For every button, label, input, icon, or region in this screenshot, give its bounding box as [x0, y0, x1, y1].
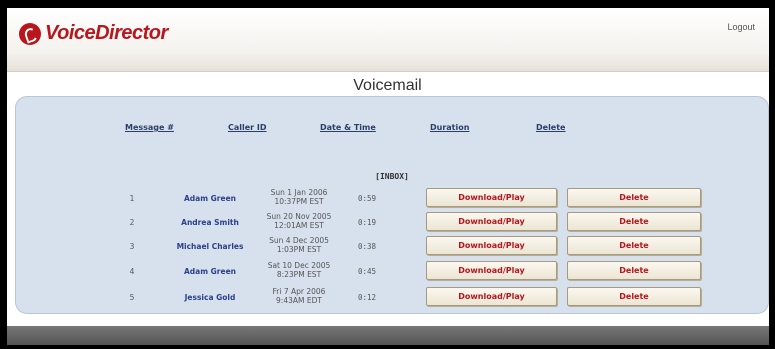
download-play-button[interactable]: Download/Play: [426, 188, 557, 207]
message-date: Sun 4 Dec 2005: [269, 236, 329, 245]
message-duration: 0:45: [358, 267, 377, 276]
message-number: 3: [129, 242, 135, 251]
message-datetime: Fri 7 Apr 2006 9:43AM EDT: [258, 287, 340, 305]
message-duration: 0:59: [358, 194, 377, 203]
message-duration: 0:38: [358, 242, 377, 251]
caller-id: Adam Green: [183, 267, 237, 276]
message-time: 9:43AM EDT: [276, 296, 322, 305]
message-time: 12:01AM EST: [274, 221, 324, 230]
message-datetime: Sat 10 Dec 2005 8:23PM EST: [258, 261, 340, 279]
caller-id: Andrea Smith: [181, 218, 239, 227]
delete-button[interactable]: Delete: [567, 236, 701, 255]
column-header-message-number[interactable]: Message #: [125, 123, 174, 132]
brand-logo: VoiceDirector: [19, 22, 168, 45]
message-datetime: Sun 1 Jan 2006 10:37PM EST: [258, 188, 340, 206]
download-play-button[interactable]: Download/Play: [426, 287, 557, 306]
message-row: 3 Michael Charles Sun 4 Dec 2005 1:03PM …: [0, 235, 775, 257]
message-duration: 0:19: [358, 218, 377, 227]
page-title: Voicemail: [353, 77, 422, 94]
message-duration: 0:12: [358, 293, 377, 302]
message-datetime: Sun 4 Dec 2005 1:03PM EST: [258, 236, 340, 254]
caller-id: Jessica Gold: [184, 293, 236, 302]
voicedirector-logo-icon: [19, 22, 41, 45]
column-header-caller-id[interactable]: Caller ID: [228, 123, 267, 132]
delete-button[interactable]: Delete: [567, 287, 701, 306]
logout-link[interactable]: Logout: [727, 22, 755, 32]
delete-button[interactable]: Delete: [567, 188, 701, 207]
brand-name: VoiceDirector: [45, 22, 168, 44]
message-time: 1:03PM EST: [276, 245, 322, 254]
download-play-button[interactable]: Download/Play: [426, 212, 557, 231]
message-date: Sun 20 Nov 2005: [266, 212, 332, 221]
message-number: 4: [129, 267, 135, 276]
download-play-button[interactable]: Download/Play: [426, 261, 557, 280]
message-date: Sat 10 Dec 2005: [267, 261, 331, 270]
message-number: 1: [129, 194, 135, 203]
message-row: 5 Jessica Gold Fri 7 Apr 2006 9:43AM EDT…: [0, 286, 775, 308]
column-header-delete[interactable]: Delete: [536, 123, 565, 132]
message-row: 2 Andrea Smith Sun 20 Nov 2005 12:01AM E…: [0, 211, 775, 233]
message-row: 4 Adam Green Sat 10 Dec 2005 8:23PM EST …: [0, 260, 775, 282]
message-datetime: Sun 20 Nov 2005 12:01AM EST: [258, 212, 340, 230]
download-play-button[interactable]: Download/Play: [426, 236, 557, 255]
message-time: 8:23PM EST: [276, 270, 322, 279]
app-header: VoiceDirector Logout: [7, 8, 769, 72]
caller-id: Adam Green: [183, 194, 237, 203]
column-header-duration[interactable]: Duration: [430, 123, 469, 132]
message-number: 2: [129, 218, 135, 227]
message-date: Sun 1 Jan 2006: [270, 188, 328, 197]
message-time: 10:37PM EST: [274, 197, 324, 206]
message-date: Fri 7 Apr 2006: [272, 287, 326, 296]
folder-label-inbox: [INBOX]: [375, 172, 409, 181]
delete-button[interactable]: Delete: [567, 212, 701, 231]
delete-button[interactable]: Delete: [567, 261, 701, 280]
caller-id: Michael Charles: [176, 242, 244, 251]
column-header-date-time[interactable]: Date & Time: [320, 123, 376, 132]
message-number: 5: [129, 293, 135, 302]
window-frame-top: [0, 0, 775, 8]
message-row: 1 Adam Green Sun 1 Jan 2006 10:37PM EST …: [0, 187, 775, 209]
footer-bar: [7, 326, 769, 345]
window-frame-bottom: [0, 345, 775, 349]
